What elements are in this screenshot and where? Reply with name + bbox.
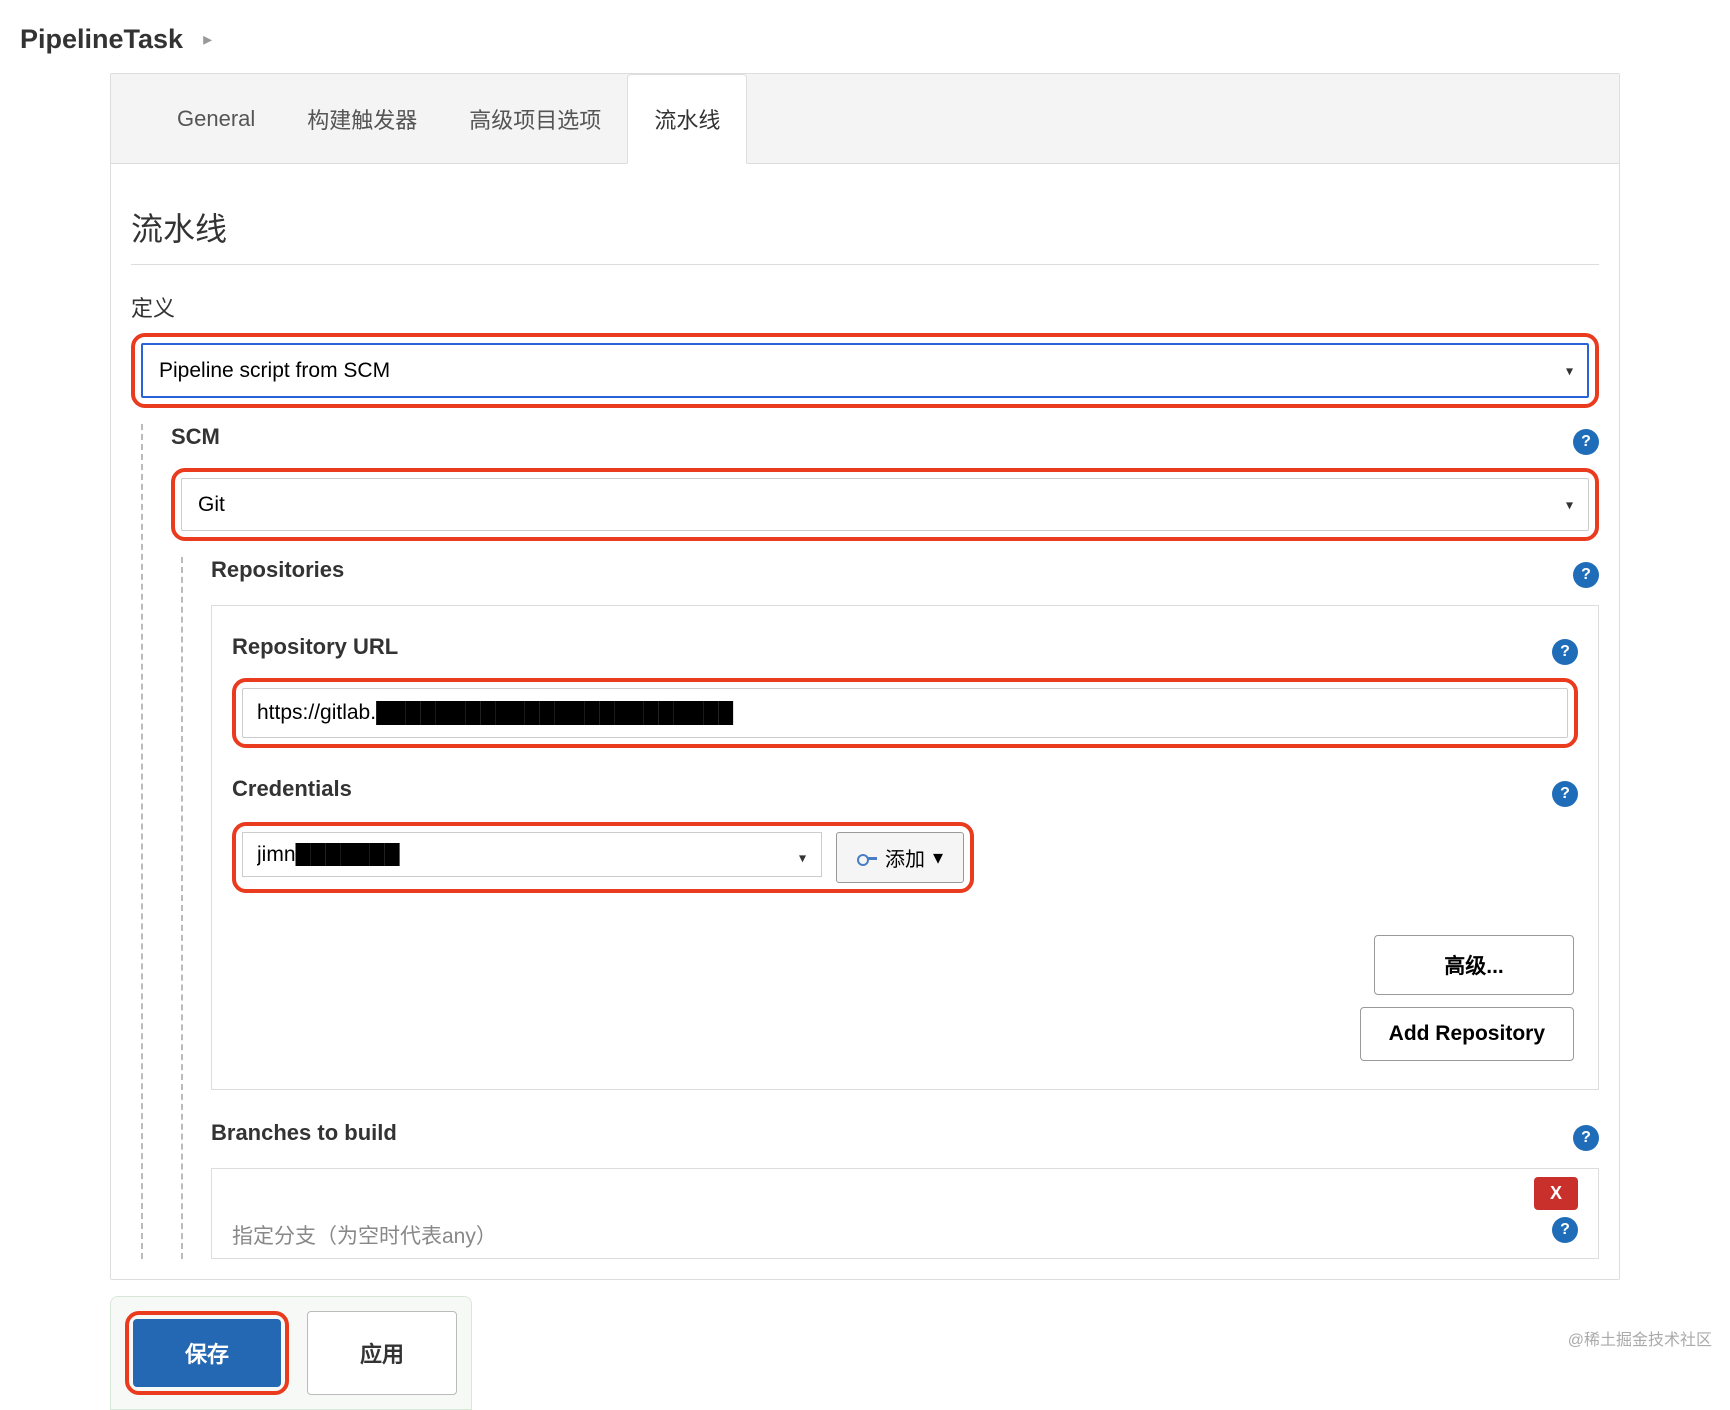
tab-content: 流水线 定义 Pipeline script from SCM ▾ SCM ? … bbox=[111, 164, 1619, 1279]
repo-url-highlight bbox=[232, 678, 1578, 748]
branch-box: X 指定分支（为空时代表any） ? bbox=[211, 1168, 1599, 1259]
definition-select[interactable]: Pipeline script from SCM bbox=[141, 343, 1589, 398]
help-icon[interactable]: ? bbox=[1552, 639, 1578, 665]
branches-label: Branches to build bbox=[211, 1120, 397, 1146]
save-button[interactable]: 保存 bbox=[133, 1319, 281, 1387]
page-title[interactable]: PipelineTask bbox=[20, 24, 183, 55]
definition-highlight: Pipeline script from SCM ▾ bbox=[131, 333, 1599, 408]
tab-bar: General 构建触发器 高级项目选项 流水线 bbox=[111, 74, 1619, 164]
tab-triggers[interactable]: 构建触发器 bbox=[281, 74, 443, 163]
definition-label: 定义 bbox=[131, 291, 1599, 323]
credentials-select[interactable]: jimn███████ bbox=[242, 832, 822, 877]
tab-pipeline[interactable]: 流水线 bbox=[627, 74, 747, 164]
help-icon[interactable]: ? bbox=[1552, 1217, 1578, 1243]
caret-down-icon: ▾ bbox=[933, 845, 943, 870]
chevron-right-icon: ▸ bbox=[203, 29, 212, 50]
add-credentials-button[interactable]: 添加 ▾ bbox=[836, 832, 964, 883]
section-title: 流水线 bbox=[131, 204, 1599, 265]
apply-button[interactable]: 应用 bbox=[307, 1311, 457, 1395]
advanced-button[interactable]: 高级... bbox=[1374, 935, 1574, 995]
credentials-label: Credentials bbox=[232, 776, 352, 802]
credentials-highlight: jimn███████ ▾ 添加 ▾ bbox=[232, 822, 974, 893]
repo-url-input[interactable] bbox=[242, 688, 1568, 738]
branch-spec-label: 指定分支（为空时代表any） bbox=[232, 1220, 497, 1250]
help-icon[interactable]: ? bbox=[1552, 781, 1578, 807]
repo-url-label: Repository URL bbox=[232, 634, 398, 660]
config-panel: General 构建触发器 高级项目选项 流水线 流水线 定义 Pipeline… bbox=[110, 73, 1620, 1280]
add-repository-button[interactable]: Add Repository bbox=[1360, 1007, 1574, 1061]
scm-label: SCM bbox=[171, 424, 220, 450]
tab-general[interactable]: General bbox=[151, 74, 281, 163]
scm-highlight: Git ▾ bbox=[171, 468, 1599, 541]
key-icon bbox=[857, 853, 877, 863]
tab-advanced-options[interactable]: 高级项目选项 bbox=[443, 74, 627, 163]
delete-branch-button[interactable]: X bbox=[1534, 1177, 1578, 1210]
repository-box: Repository URL ? Credentials ? bbox=[211, 605, 1599, 1090]
bottom-action-bar: 保存 应用 bbox=[110, 1296, 472, 1410]
help-icon[interactable]: ? bbox=[1573, 1125, 1599, 1151]
help-icon[interactable]: ? bbox=[1573, 562, 1599, 588]
help-icon[interactable]: ? bbox=[1573, 429, 1599, 455]
repositories-label: Repositories bbox=[211, 557, 344, 583]
scm-select[interactable]: Git bbox=[181, 478, 1589, 531]
breadcrumb: PipelineTask ▸ bbox=[0, 0, 1730, 73]
watermark: @稀土掘金技术社区 bbox=[1568, 1326, 1712, 1350]
